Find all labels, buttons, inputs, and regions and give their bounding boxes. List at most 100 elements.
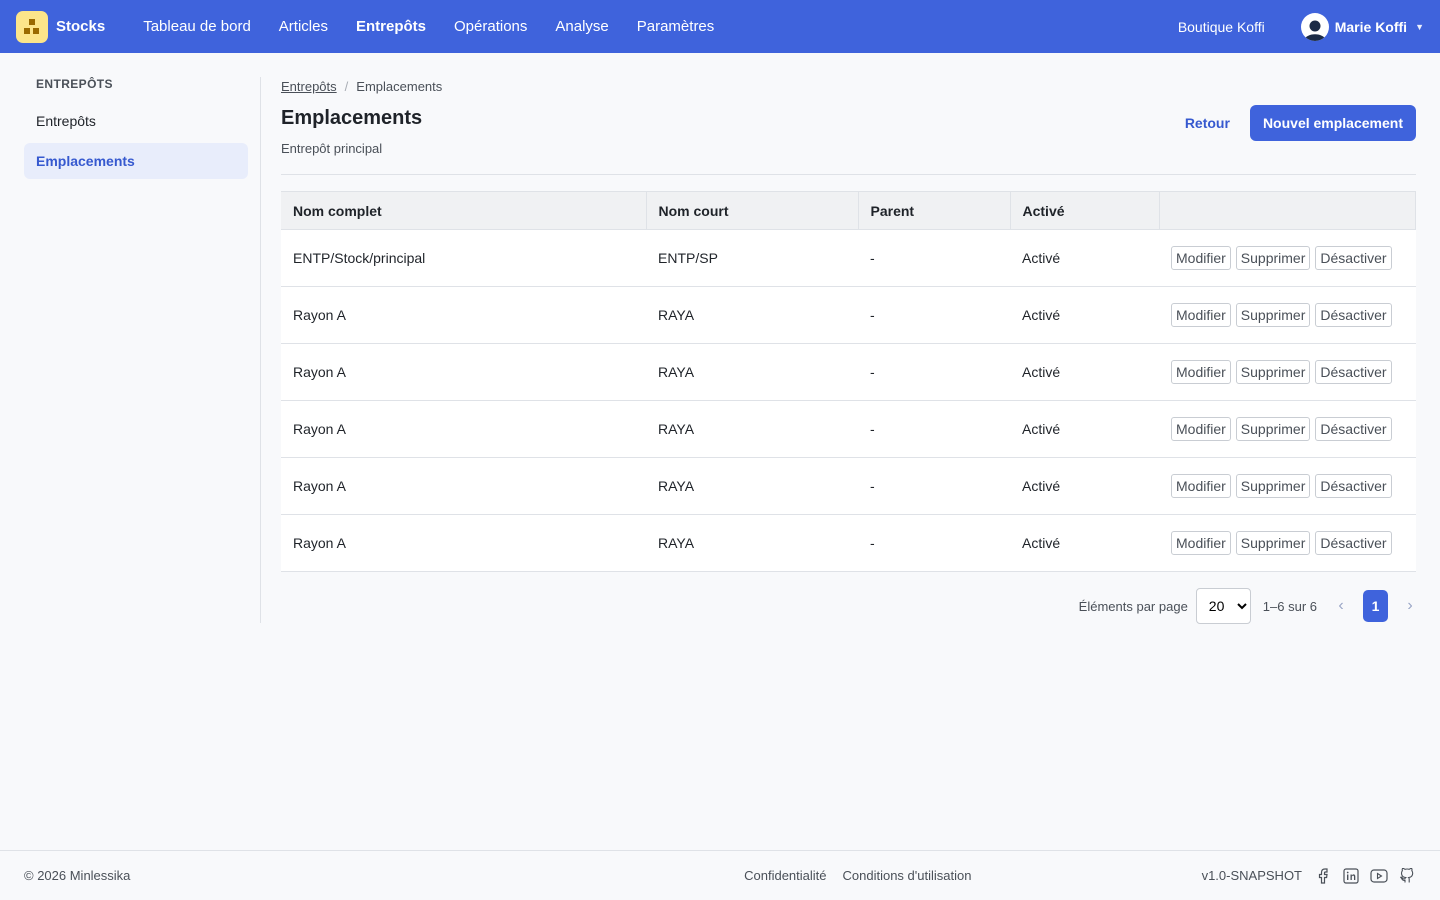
- sidebar-item-warehouses[interactable]: Entrepôts: [24, 103, 248, 139]
- table-row: Rayon A RAYA - Activé Modifier Supprimer Désac…: [281, 457, 1416, 515]
- boxes-icon[interactable]: [16, 10, 48, 43]
- cell-actions: Modifier Supprimer Désactiver: [1159, 400, 1416, 458]
- github-icon[interactable]: [1398, 867, 1416, 885]
- table-row: Rayon A RAYA - Activé Modifier Supprimer Désac…: [281, 286, 1416, 344]
- cell-active: Activé: [1010, 229, 1159, 287]
- cell-active: Activé: [1010, 400, 1159, 458]
- new-location-button[interactable]: Nouvel emplacement: [1249, 105, 1416, 141]
- sidebar-item-locations[interactable]: Emplacements: [24, 143, 248, 179]
- nav-item-analysis[interactable]: Analyse: [541, 18, 622, 35]
- sidebar: ENTREPÔTS Entrepôts Emplacements: [24, 77, 248, 183]
- nav-item-operations[interactable]: Opérations: [440, 18, 541, 35]
- table-header-row: Nom complet Nom court Parent Activé: [281, 191, 1416, 230]
- cell-parent: -: [858, 457, 1010, 515]
- cell-active: Activé: [1010, 457, 1159, 515]
- facebook-icon[interactable]: [1314, 867, 1332, 885]
- breadcrumb-separator: /: [344, 78, 349, 94]
- copyright: © 2026 Minlessika: [24, 868, 131, 883]
- nav-item-warehouses[interactable]: Entrepôts: [342, 18, 440, 35]
- page-actions: Retour Nouvel emplacement: [1185, 105, 1416, 141]
- cell-actions: Modifier Supprimer Désactiver: [1159, 229, 1416, 287]
- sidebar-divider: [260, 77, 261, 623]
- nav-item-articles[interactable]: Articles: [265, 18, 342, 35]
- per-page-label: Éléments par page: [1078, 598, 1188, 614]
- cell-active: Activé: [1010, 514, 1159, 572]
- main-content: Entrepôts / Emplacements Emplacements En…: [281, 77, 1416, 624]
- edit-button[interactable]: Modifier: [1171, 303, 1231, 327]
- cell-full-name: Rayon A: [281, 514, 646, 572]
- brand-name[interactable]: Stocks: [56, 18, 105, 35]
- table-row: ENTP/Stock/principal ENTP/SP - Activé Modifi…: [281, 229, 1416, 287]
- cell-actions: Modifier Supprimer Désactiver: [1159, 457, 1416, 515]
- table-row: Rayon A RAYA - Activé Modifier Supprimer Désac…: [281, 343, 1416, 401]
- locations-table: Nom complet Nom court Parent Activé ENTP…: [281, 191, 1416, 572]
- delete-button[interactable]: Supprimer: [1235, 531, 1311, 555]
- edit-button[interactable]: Modifier: [1171, 417, 1231, 441]
- linkedin-icon[interactable]: [1342, 867, 1360, 885]
- edit-button[interactable]: Modifier: [1171, 360, 1231, 384]
- edit-button[interactable]: Modifier: [1171, 246, 1231, 270]
- main-nav: Tableau de bord Articles Entrepôts Opéra…: [129, 18, 728, 35]
- edit-button[interactable]: Modifier: [1171, 531, 1231, 555]
- deactivate-button[interactable]: Désactiver: [1315, 531, 1392, 555]
- header-divider: [281, 174, 1416, 175]
- avatar: [1300, 12, 1329, 41]
- row-actions: Modifier Supprimer Désactiver: [1171, 303, 1404, 327]
- cell-short-name: RAYA: [646, 514, 858, 572]
- chevron-down-icon: ▼: [1415, 21, 1424, 32]
- column-header-actions: [1159, 191, 1416, 230]
- cell-full-name: Rayon A: [281, 400, 646, 458]
- cell-active: Activé: [1010, 343, 1159, 401]
- shop-selector[interactable]: Boutique Koffi: [1178, 19, 1265, 35]
- cell-parent: -: [858, 514, 1010, 572]
- user-menu[interactable]: Marie Koffi ▼: [1300, 12, 1424, 41]
- cell-full-name: Rayon A: [281, 457, 646, 515]
- sidebar-title: ENTREPÔTS: [36, 77, 113, 91]
- deactivate-button[interactable]: Désactiver: [1315, 417, 1392, 441]
- delete-button[interactable]: Supprimer: [1235, 360, 1311, 384]
- nav-item-dashboard[interactable]: Tableau de bord: [129, 18, 265, 35]
- delete-button[interactable]: Supprimer: [1235, 303, 1311, 327]
- page-subtitle: Entrepôt principal: [281, 141, 383, 156]
- delete-button[interactable]: Supprimer: [1235, 417, 1311, 441]
- nav-item-settings[interactable]: Paramètres: [623, 18, 729, 35]
- cell-short-name: ENTP/SP: [646, 229, 858, 287]
- page-number-current[interactable]: 1: [1363, 590, 1388, 622]
- column-header-full-name: Nom complet: [281, 191, 647, 230]
- cell-full-name: Rayon A: [281, 286, 646, 344]
- top-navbar: Stocks Tableau de bord Articles Entrepôt…: [0, 0, 1440, 53]
- per-page-select[interactable]: 20: [1195, 588, 1251, 624]
- user-icon: [1303, 20, 1326, 41]
- page-title: Emplacements: [281, 107, 423, 129]
- cell-parent: -: [858, 286, 1010, 344]
- terms-link[interactable]: Conditions d'utilisation: [843, 868, 972, 883]
- cell-short-name: RAYA: [646, 286, 858, 344]
- version-label: v1.0-SNAPSHOT: [1201, 868, 1302, 883]
- privacy-link[interactable]: Confidentialité: [744, 868, 826, 883]
- cell-short-name: RAYA: [646, 343, 858, 401]
- delete-button[interactable]: Supprimer: [1235, 246, 1311, 270]
- youtube-icon[interactable]: [1370, 867, 1388, 885]
- row-actions: Modifier Supprimer Désactiver: [1171, 360, 1404, 384]
- chevron-left-icon[interactable]: ‹: [1335, 597, 1347, 615]
- chevron-right-icon[interactable]: ›: [1404, 597, 1416, 615]
- breadcrumb: Entrepôts / Emplacements: [281, 77, 1416, 95]
- row-actions: Modifier Supprimer Désactiver: [1171, 417, 1404, 441]
- deactivate-button[interactable]: Désactiver: [1315, 246, 1392, 270]
- deactivate-button[interactable]: Désactiver: [1315, 474, 1392, 498]
- cell-actions: Modifier Supprimer Désactiver: [1159, 514, 1416, 572]
- deactivate-button[interactable]: Désactiver: [1315, 360, 1392, 384]
- cell-short-name: RAYA: [646, 400, 858, 458]
- cell-parent: -: [858, 400, 1010, 458]
- cell-actions: Modifier Supprimer Désactiver: [1159, 343, 1416, 401]
- deactivate-button[interactable]: Désactiver: [1315, 303, 1392, 327]
- delete-button[interactable]: Supprimer: [1235, 474, 1311, 498]
- cell-actions: Modifier Supprimer Désactiver: [1159, 286, 1416, 344]
- footer-links: Confidentialité Conditions d'utilisation: [514, 868, 1202, 883]
- pagination: Éléments par page 20 1–6 sur 6 ‹ 1 ›: [281, 588, 1416, 624]
- breadcrumb-link-warehouses[interactable]: Entrepôts: [281, 79, 337, 94]
- breadcrumb-current: Emplacements: [356, 78, 443, 94]
- row-actions: Modifier Supprimer Désactiver: [1171, 474, 1404, 498]
- back-button[interactable]: Retour: [1185, 115, 1230, 131]
- edit-button[interactable]: Modifier: [1171, 474, 1231, 498]
